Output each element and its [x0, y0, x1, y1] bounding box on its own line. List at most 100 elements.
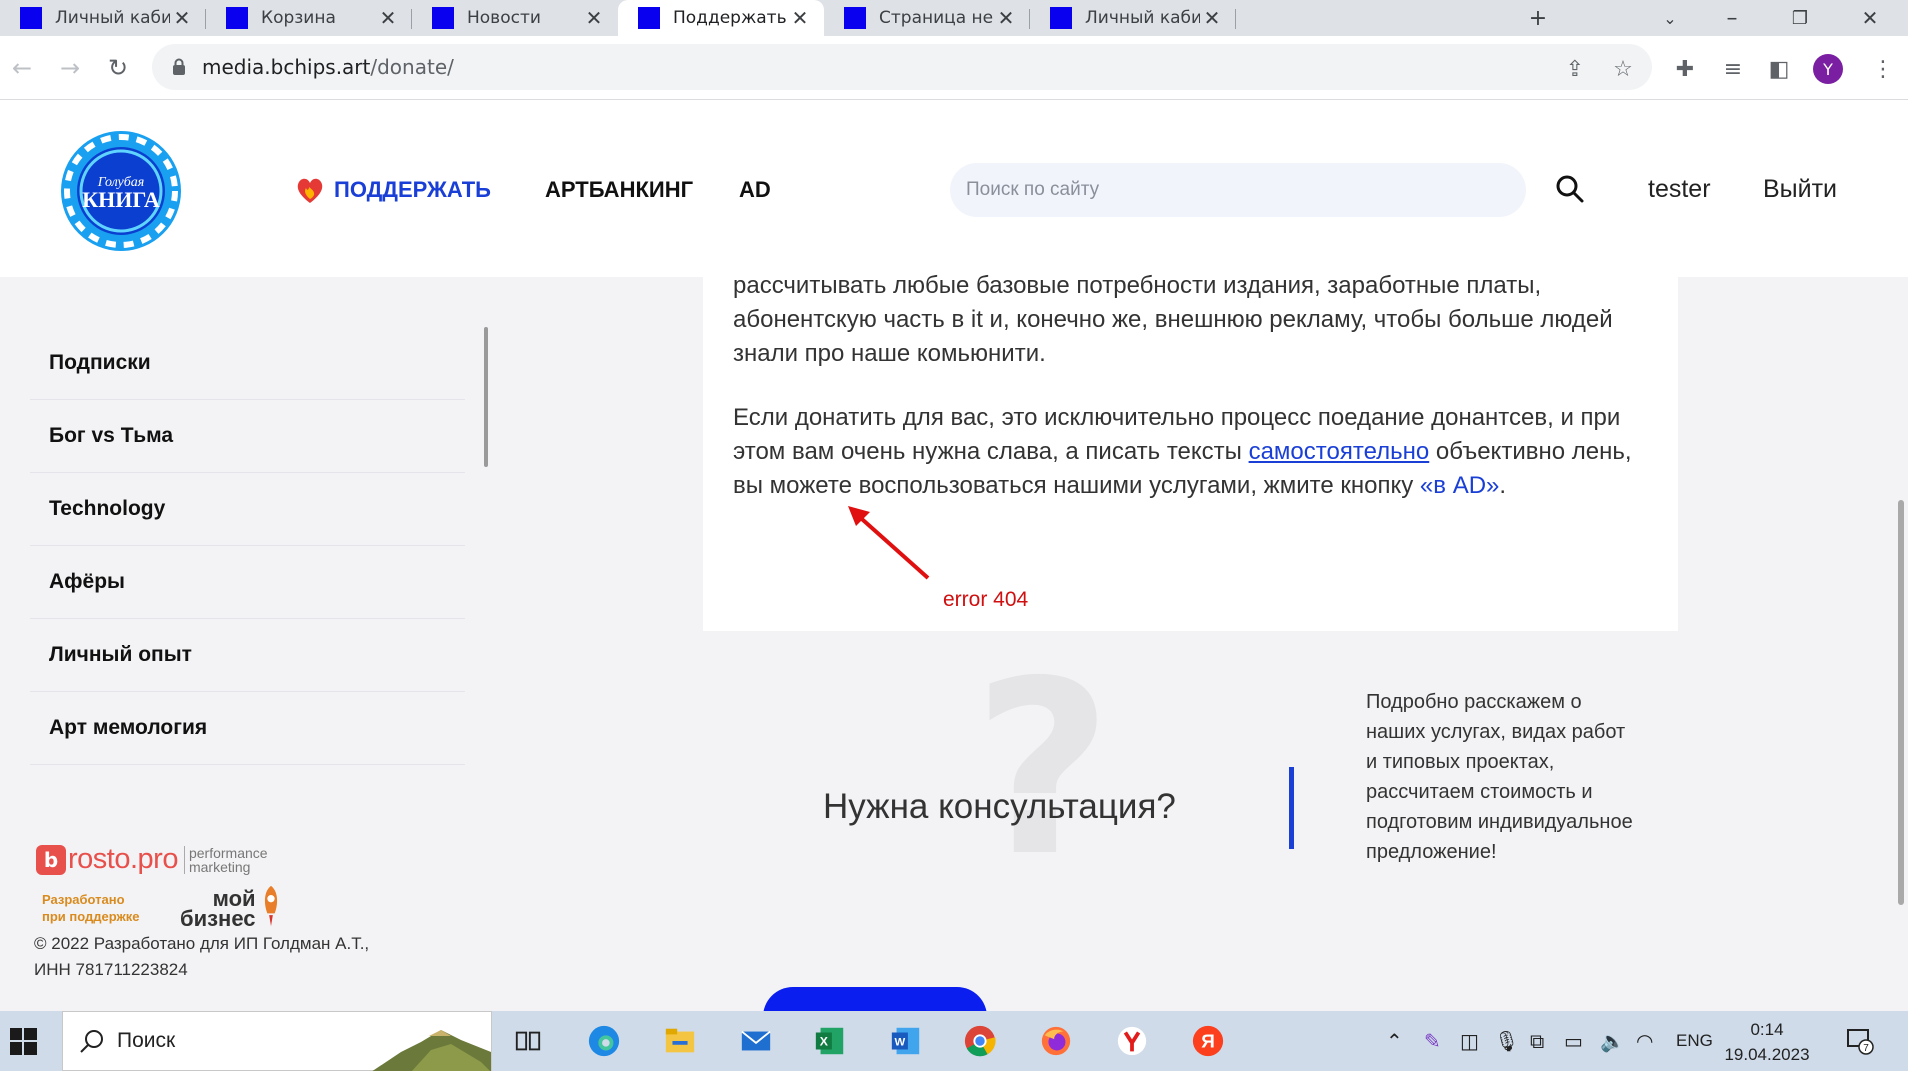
tab-title: Корзина — [261, 8, 336, 28]
window-close-icon[interactable]: ✕ — [1850, 0, 1890, 36]
mail-icon[interactable] — [736, 1021, 776, 1061]
sidebar-item-subscriptions[interactable]: Подписки — [30, 327, 465, 400]
menu-kebab-icon[interactable]: ⋮ — [1870, 56, 1896, 82]
edge-browser-icon[interactable] — [584, 1021, 624, 1061]
logout-link[interactable]: Выйти — [1763, 175, 1837, 204]
reload-icon[interactable]: ↻ — [102, 52, 134, 84]
search-icon[interactable] — [1554, 173, 1586, 205]
profile-avatar[interactable]: Y — [1813, 54, 1843, 84]
svg-text:КНИГА: КНИГА — [82, 187, 160, 212]
browser-tab[interactable]: Личный кабинет ✕ — [1030, 0, 1236, 36]
user-name-link[interactable]: tester — [1648, 175, 1711, 204]
meet-now-icon[interactable]: ◫ — [1460, 1029, 1479, 1053]
close-icon[interactable]: ✕ — [582, 6, 606, 30]
back-icon[interactable]: ← — [6, 52, 38, 84]
svg-text:X: X — [820, 1035, 829, 1049]
site-header: Голубая КНИГА ПОДДЕРЖАТЬ АРТБАНКИНГ AD t… — [0, 101, 1908, 277]
close-icon[interactable]: ✕ — [994, 6, 1018, 30]
forward-icon[interactable]: → — [54, 52, 86, 84]
tab-title: Новости — [467, 8, 541, 28]
pen-icon[interactable]: ✎ — [1424, 1029, 1441, 1053]
tab-search-icon[interactable]: ⌄ — [1650, 0, 1690, 36]
consultation-description: Подробно расскажем о наших услугах, вида… — [1366, 691, 1633, 863]
tray-chevron-icon[interactable]: ⌃ — [1386, 1029, 1403, 1053]
site-logo[interactable]: Голубая КНИГА — [57, 129, 185, 253]
close-icon[interactable]: ✕ — [1200, 6, 1224, 30]
partner-rosto-logo[interactable]: b rosto.pro performance marketing — [36, 843, 268, 876]
taskbar: Поиск X W Я ⌃ ✎ ◫ 🎙 ⧉ ▭ 🔈 ◠ ENG 0:14 19.… — [0, 1011, 1908, 1071]
browser-tab[interactable]: Корзина ✕ — [206, 0, 412, 36]
self-writing-link[interactable]: самостоятельно — [1249, 438, 1430, 465]
accent-divider — [1289, 767, 1294, 849]
windows-start-icon[interactable] — [10, 1028, 37, 1055]
lock-icon — [173, 58, 185, 75]
site-favicon — [844, 7, 866, 29]
tab-title: Личный кабинет — [55, 8, 170, 28]
media-control-icon[interactable]: ≡ — [1720, 56, 1746, 82]
article-paragraph: Если донатить для вас, это исключительно… — [733, 404, 1632, 499]
sidebar-item-scams[interactable]: Афёры — [30, 546, 465, 619]
battery-icon[interactable]: ▭ — [1564, 1029, 1583, 1053]
wifi-icon[interactable]: ◠ — [1636, 1029, 1653, 1053]
close-icon[interactable]: ✕ — [376, 6, 400, 30]
nav-support-label: ПОДДЕРЖАТЬ — [334, 177, 491, 202]
close-icon[interactable]: ✕ — [170, 6, 194, 30]
tab-title: Поддержать — [673, 8, 787, 28]
close-icon[interactable]: ✕ — [788, 6, 812, 30]
annotation-label: error 404 — [943, 588, 1029, 611]
nav-support-link[interactable]: ПОДДЕРЖАТЬ — [294, 174, 491, 206]
sidebar-item-art-memology[interactable]: Арт мемология — [30, 692, 465, 765]
new-tab-button[interactable]: + — [1518, 0, 1558, 36]
restore-icon[interactable]: ❐ — [1780, 0, 1820, 36]
url-text: media.bchips.art/donate/ — [202, 55, 454, 79]
side-panel-icon[interactable]: ◧ — [1766, 56, 1792, 82]
rocket-pin-icon — [264, 885, 277, 927]
bookmark-star-icon[interactable]: ☆ — [1610, 56, 1636, 82]
nav-ad-link[interactable]: AD — [739, 177, 771, 203]
annotation-arrow-icon — [848, 506, 930, 580]
microphone-icon[interactable]: 🎙 — [1494, 1029, 1519, 1053]
browser-tab-strip: Личный кабинет ✕ Корзина ✕ Новости ✕ Под… — [0, 0, 1908, 36]
extensions-icon[interactable]: ✚ — [1672, 56, 1698, 82]
sidebar-item-god-vs-darkness[interactable]: Бог vs Тьма — [30, 400, 465, 473]
screen-record-icon[interactable]: ⧉ — [1530, 1029, 1544, 1053]
sidebar: Подписки Бог vs Тьма Technology Афёры Ли… — [0, 277, 490, 1011]
browser-tab-active[interactable]: Поддержать ✕ — [618, 0, 824, 36]
ad-button-link[interactable]: «в AD» — [1420, 472, 1499, 499]
question-mark-icon: ? — [973, 629, 1113, 909]
language-indicator[interactable]: ENG — [1676, 1031, 1713, 1051]
copyright-text: © 2022 Разработано для ИП Голдман А.Т., И… — [34, 934, 370, 979]
page-scrollbar[interactable] — [1898, 500, 1904, 905]
word-icon[interactable]: W — [886, 1021, 926, 1061]
chrome-icon[interactable] — [960, 1021, 1000, 1061]
tab-title: Личный кабинет — [1085, 8, 1200, 28]
sidebar-item-technology[interactable]: Technology — [30, 473, 465, 546]
share-icon[interactable]: ⇪ — [1562, 56, 1588, 82]
svg-text:W: W — [895, 1037, 906, 1049]
article-paragraph: рассчитывать любые базовые потребности и… — [733, 272, 1613, 367]
file-explorer-icon[interactable] — [660, 1021, 700, 1061]
site-favicon — [638, 7, 660, 29]
browser-tab[interactable]: Новости ✕ — [412, 0, 618, 36]
search-input[interactable] — [950, 163, 1526, 217]
heart-fire-icon — [297, 178, 323, 203]
notification-icon[interactable]: 7 — [1846, 1027, 1874, 1055]
nav-artbanking-link[interactable]: АРТБАНКИНГ — [545, 177, 693, 203]
volume-icon[interactable]: 🔈 — [1600, 1029, 1625, 1053]
browser-tab[interactable]: Страница не найд ✕ — [824, 0, 1030, 36]
consultation-section: ? Нужна консультация? Подробно расскажем… — [703, 629, 1678, 1047]
rosto-b-icon: b — [36, 844, 66, 875]
sidebar-scrollbar[interactable] — [484, 327, 488, 467]
address-bar[interactable]: media.bchips.art/donate/ — [152, 44, 1652, 90]
firefox-icon[interactable] — [1036, 1021, 1076, 1061]
excel-icon[interactable]: X — [810, 1021, 850, 1061]
taskbar-search[interactable]: Поиск — [62, 1011, 492, 1071]
yandex-icon[interactable]: Я — [1188, 1021, 1228, 1061]
yandex-browser-icon[interactable] — [1112, 1021, 1152, 1061]
task-view-icon[interactable] — [508, 1021, 548, 1061]
partner-mybiz-logo[interactable]: мой бизнес — [180, 883, 282, 930]
clock[interactable]: 0:14 19.04.2023 — [1722, 1017, 1812, 1067]
minimize-icon[interactable]: – — [1712, 0, 1752, 36]
sidebar-item-personal-experience[interactable]: Личный опыт — [30, 619, 465, 692]
browser-tab[interactable]: Личный кабинет ✕ — [0, 0, 206, 36]
